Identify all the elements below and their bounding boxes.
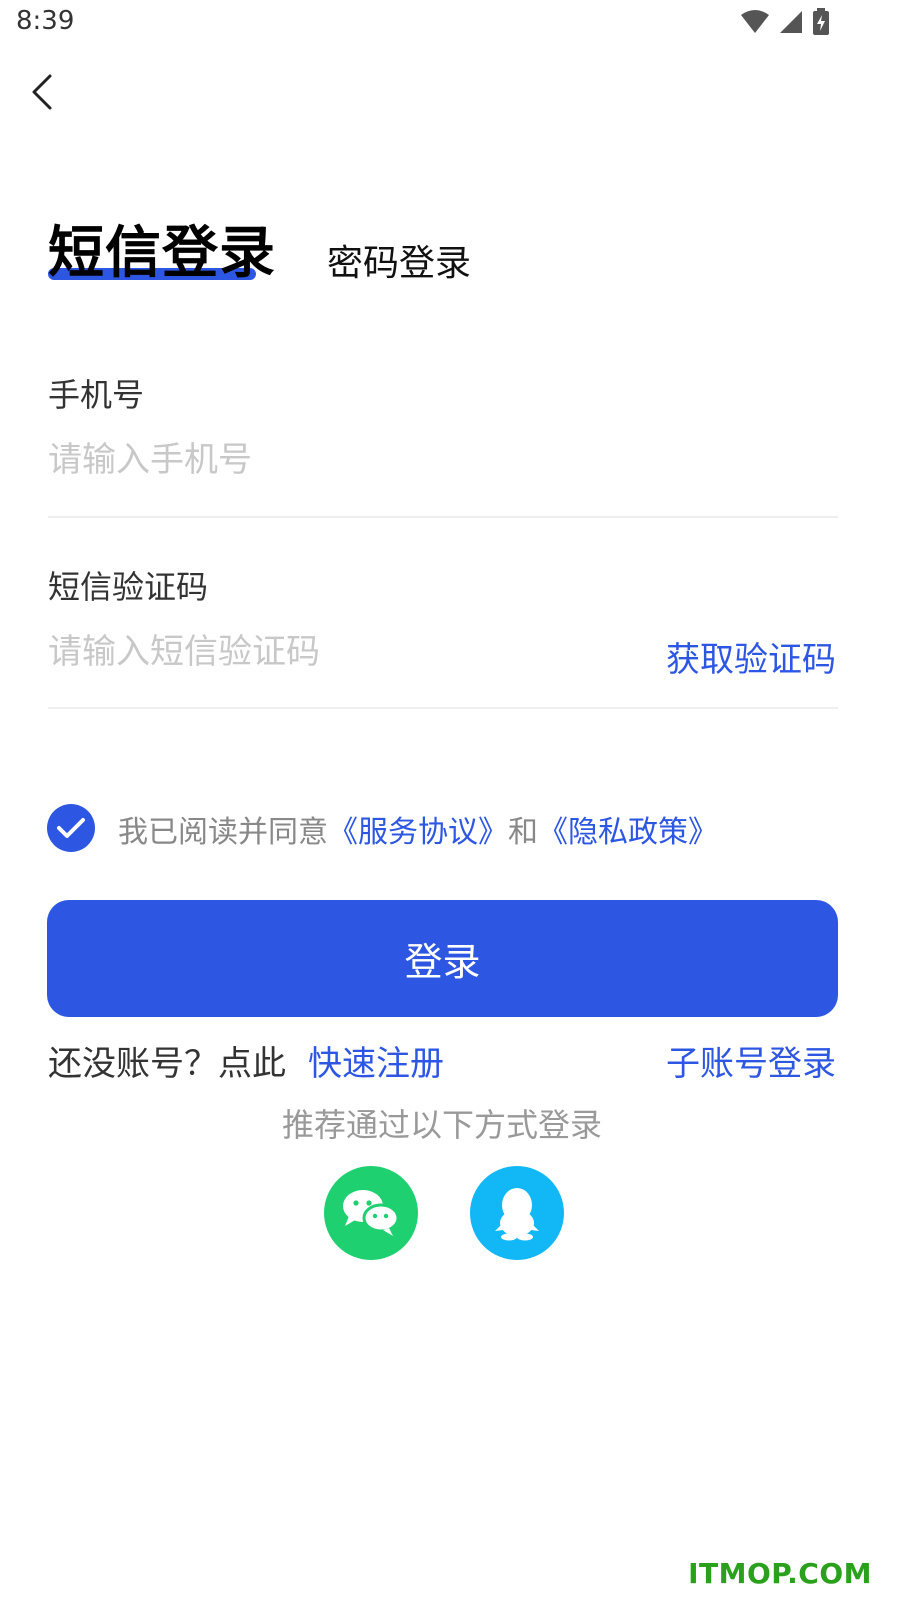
check-icon bbox=[57, 818, 85, 838]
status-time: 8:39 bbox=[16, 6, 75, 36]
get-code-button[interactable]: 获取验证码 bbox=[666, 632, 836, 681]
qq-icon bbox=[495, 1188, 539, 1241]
sms-code-input[interactable] bbox=[48, 632, 648, 672]
signal-icon bbox=[780, 11, 802, 33]
battery-charging-icon bbox=[813, 8, 829, 35]
phone-label: 手机号 bbox=[48, 376, 145, 414]
no-account-text: 还没账号？点此 bbox=[48, 1044, 286, 1084]
agreement-and: 和 bbox=[508, 815, 538, 850]
sub-account-login-link[interactable]: 子账号登录 bbox=[666, 1036, 836, 1085]
status-icons bbox=[740, 8, 830, 36]
login-button[interactable]: 登录 bbox=[47, 900, 838, 1017]
wechat-login-button[interactable] bbox=[324, 1166, 418, 1260]
phone-divider bbox=[48, 516, 838, 518]
service-agreement-link[interactable]: 《服务协议》 bbox=[328, 815, 508, 850]
wifi-icon bbox=[741, 10, 769, 33]
agreement-checkbox[interactable] bbox=[47, 804, 95, 852]
agreement-text: 我已阅读并同意《服务协议》和《隐私政策》 bbox=[118, 807, 718, 851]
watermark: ITMOP.COM bbox=[688, 1557, 872, 1590]
back-button[interactable] bbox=[26, 68, 66, 116]
recommend-login-text: 推荐通过以下方式登录 bbox=[281, 1106, 602, 1144]
agreement-prefix: 我已阅读并同意 bbox=[118, 815, 328, 850]
privacy-policy-link[interactable]: 《隐私政策》 bbox=[538, 815, 718, 850]
chevron-left-icon bbox=[32, 74, 52, 110]
qq-login-button[interactable] bbox=[470, 1166, 564, 1260]
quick-register-link[interactable]: 快速注册 bbox=[308, 1036, 444, 1085]
sms-code-label: 短信验证码 bbox=[48, 568, 209, 606]
phone-input[interactable] bbox=[48, 440, 828, 480]
tab-password-login[interactable]: 密码登录 bbox=[327, 234, 471, 286]
tab-sms-login[interactable]: 短信登录 bbox=[48, 208, 276, 289]
wechat-icon bbox=[343, 1190, 400, 1236]
sms-divider bbox=[48, 707, 838, 709]
